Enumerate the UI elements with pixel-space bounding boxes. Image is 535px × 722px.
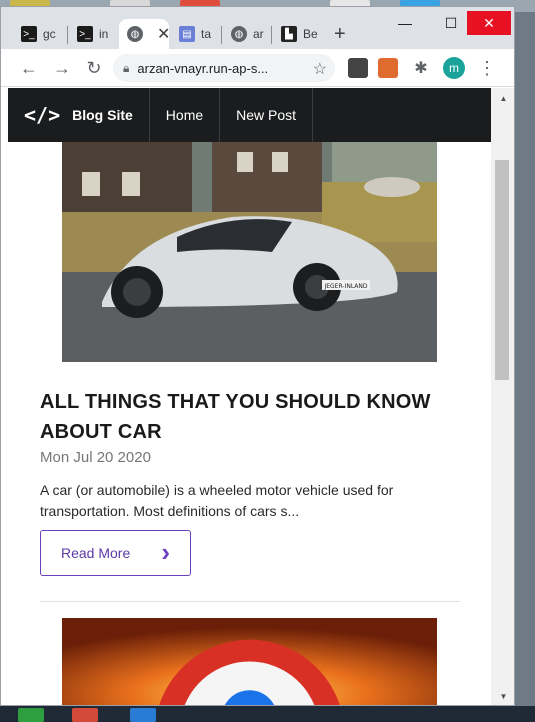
scrollbar-thumb[interactable] [495,160,509,380]
extension-page-icon: ▤ [179,26,195,42]
page-viewport: </> Blog Site Home New Post JEGER-INLAND… [1,88,501,705]
tab-active[interactable]: ◍ ✕ [119,19,170,49]
read-more-label: Read More [61,545,131,561]
minimize-button[interactable]: — [383,11,427,35]
post-image-chrome[interactable] [62,618,437,705]
chevron-right-icon: › [161,537,170,567]
post-image-car[interactable]: JEGER-INLAND [62,142,437,362]
nav-new-post[interactable]: New Post [220,88,314,142]
tab-title: Be [303,27,318,41]
puzzle-extensions-icon[interactable]: ✱ [409,56,433,80]
megaphone-extension-icon[interactable] [378,58,398,78]
tab-separator [271,26,272,44]
post-list: JEGER-INLAND ALL THINGS THAT YOU SHOULD … [8,142,491,705]
brand[interactable]: </> Blog Site [8,88,150,142]
url-text: arzan-vnayr.run-ap-s... [137,60,269,76]
tab-terminal-1[interactable]: >_ gc [13,19,65,49]
bookmark-star-icon[interactable]: ☆ [313,59,327,79]
code-icon: </> [24,103,61,127]
vscode-taskbar-icon[interactable] [130,708,156,722]
forward-button[interactable]: → [50,56,74,80]
globe-icon: ◍ [127,26,143,42]
globe-icon: ◍ [231,26,247,42]
address-bar[interactable]: 🔒︎ arzan-vnayr.run-ap-s... ☆ [113,54,335,82]
menu-kebab-icon[interactable]: ⋮ [475,56,499,80]
terminal-icon: >_ [77,26,93,42]
tab-title: in [99,27,109,41]
scroll-down-arrow-icon[interactable]: ▼ [491,688,514,704]
taskbar-app-icon[interactable] [18,708,44,722]
post-date: Mon Jul 20 2020 [40,449,151,466]
tab-terminal-2[interactable]: >_ in [69,19,119,49]
nav-home[interactable]: Home [150,88,221,142]
car-photo: JEGER-INLAND [62,142,437,362]
tab-globe[interactable]: ◍ ar [223,19,271,49]
svg-text:JEGER-INLAND: JEGER-INLAND [323,283,367,290]
os-taskbar [0,706,535,722]
tab-separator [221,26,222,44]
tab-title: gc [43,27,56,41]
scroll-up-arrow-icon[interactable]: ▲ [491,90,514,106]
post-divider [40,601,460,602]
brand-name: Blog Site [72,107,133,123]
tab-strip: >_ gc >_ in ◍ ✕ ▤ ta ◍ ar ▙ Be + — ☐ ✕ [1,7,514,49]
post-excerpt: A car (or automobile) is a wheeled motor… [40,482,394,519]
chrome-taskbar-icon[interactable] [72,708,98,722]
tab-site[interactable]: ▙ Be [273,19,323,49]
profile-avatar[interactable]: m [443,57,465,79]
tab-title: ar [253,27,264,41]
site-logo-icon: ▙ [281,26,297,42]
page-scrollbar[interactable]: ▲ ▼ [491,88,514,705]
tab-extension-page[interactable]: ▤ ta [171,19,221,49]
close-window-button[interactable]: ✕ [467,11,511,35]
post-title[interactable]: ALL THINGS THAT YOU SHOULD KNOW ABOUT CA… [40,387,460,447]
browser-window: >_ gc >_ in ◍ ✕ ▤ ta ◍ ar ▙ Be + — ☐ ✕ ←… [0,6,515,706]
chrome-explosion-photo [62,618,437,705]
browser-toolbar: ← → ↻ 🔒︎ arzan-vnayr.run-ap-s... ☆ ✱ m ⋮ [1,49,514,87]
terminal-icon: >_ [21,26,37,42]
reload-button[interactable]: ↻ [82,56,106,80]
lock-icon: 🔒︎ [123,60,130,75]
back-button[interactable]: ← [17,56,41,80]
new-tab-button[interactable]: + [334,23,346,46]
tab-title: ta [201,27,212,41]
extension-cube-icon[interactable] [348,58,368,78]
close-tab-icon[interactable]: ✕ [157,24,170,44]
tab-separator [67,26,68,44]
site-navbar: </> Blog Site Home New Post [8,88,491,142]
read-more-button[interactable]: Read More › [40,530,191,576]
